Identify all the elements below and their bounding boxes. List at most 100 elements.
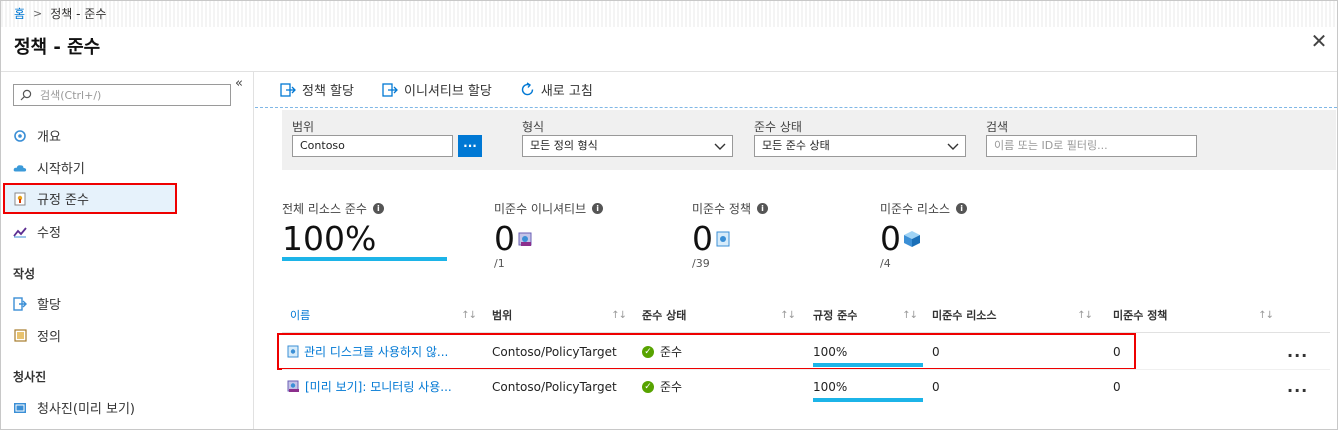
stat-value: 0 xyxy=(494,219,515,258)
info-icon[interactable]: i xyxy=(372,203,384,214)
status-text: 준수 xyxy=(660,345,683,359)
column-header-label: 준수 상태 xyxy=(642,309,687,322)
noncompliant-resources-cell: 0 xyxy=(932,379,940,394)
search-label: 검색 xyxy=(986,120,1009,134)
type-label: 형식 xyxy=(522,120,545,134)
sidebar-item-blueprints[interactable]: 청사진(미리 보기) xyxy=(3,392,254,423)
resource-cube-icon xyxy=(904,231,920,247)
stat-value-row: 0 xyxy=(494,221,603,257)
info-icon[interactable]: i xyxy=(757,203,769,214)
sidebar-item-label: 개요 xyxy=(37,130,61,145)
stat-label-row: 미준수 리소스 i xyxy=(880,200,968,217)
definition-icon xyxy=(13,329,27,343)
stat-sub: /39 xyxy=(692,257,710,270)
refresh-label: 새로 고침 xyxy=(540,84,593,99)
assign-policy-label: 정책 할당 xyxy=(302,84,354,99)
type-value: 모든 정의 형식 xyxy=(530,139,598,152)
stat-value: 100% xyxy=(282,219,377,258)
more-options-button[interactable]: ... xyxy=(1287,369,1308,404)
breadcrumb-separator: > xyxy=(33,7,43,20)
sidebar-item-definitions[interactable]: 정의 xyxy=(3,320,254,351)
sidebar-item-overview[interactable]: 개요 xyxy=(3,120,254,151)
stat-label-row: 미준수 정책 i xyxy=(692,200,769,217)
policy-icon xyxy=(287,345,299,358)
sidebar-item-label: 청사진(미리 보기) xyxy=(37,402,135,417)
sidebar-item-compliance[interactable]: 규정 준수 xyxy=(3,183,177,214)
stat-label: 미준수 이니셔티브 xyxy=(494,202,587,216)
table-header-divider xyxy=(282,332,1330,333)
column-header-status[interactable]: 준수 상태 ↑↓ xyxy=(642,298,796,332)
scope-cell: Contoso/PolicyTarget xyxy=(492,344,617,359)
type-select[interactable]: 모든 정의 형식 xyxy=(522,135,733,157)
stat-label-row: 전체 리소스 준수 i xyxy=(282,200,447,217)
assign-initiative-button[interactable]: 이니셔티브 할당 xyxy=(382,80,492,99)
assign-icon xyxy=(280,82,296,97)
table-row[interactable]: [미리 보기]: 모니터링 사용... Contoso/PolicyTarget… xyxy=(282,369,1330,404)
refresh-button[interactable]: 새로 고침 xyxy=(520,80,593,99)
sidebar-item-remediation[interactable]: 수정 xyxy=(3,216,254,247)
column-header-scope[interactable]: 범위 ↑↓ xyxy=(492,298,627,332)
collapse-sidebar-button[interactable]: « xyxy=(235,76,243,91)
sort-icon: ↑↓ xyxy=(780,309,796,321)
column-header-noncompliant-policies[interactable]: 미준수 정책 ↑↓ xyxy=(1113,298,1274,332)
sidebar-item-assignments[interactable]: 할당 xyxy=(3,288,254,319)
assign-initiative-label: 이니셔티브 할당 xyxy=(403,84,492,99)
column-header-noncompliant-resources[interactable]: 미준수 리소스 ↑↓ xyxy=(932,298,1093,332)
scope-cell: Contoso/PolicyTarget xyxy=(492,379,617,394)
status-cell: ✓ 준수 xyxy=(642,334,682,369)
stat-sub: /1 xyxy=(494,257,505,270)
info-icon[interactable]: i xyxy=(592,203,604,214)
stat-value: 0 xyxy=(880,219,901,258)
more-options-button[interactable]: ... xyxy=(1287,334,1308,369)
search-icon xyxy=(20,89,32,101)
sort-icon: ↑↓ xyxy=(1077,309,1093,321)
section-title-authoring: 작성 xyxy=(13,267,36,281)
stat-value: 0 xyxy=(692,219,713,258)
breadcrumb: 홈 > 정책 - 준수 xyxy=(14,5,106,22)
noncompliant-resources-cell: 0 xyxy=(932,344,940,359)
column-header-name[interactable]: 이름 ↑↓ xyxy=(290,298,477,332)
stat-value-row: 0 xyxy=(880,221,967,257)
policy-name: [미리 보기]: 모니터링 사용... xyxy=(305,380,452,394)
scope-picker-button[interactable]: ... xyxy=(458,135,482,157)
assign-icon xyxy=(13,296,27,311)
sidebar-search-input[interactable]: 검색(Ctrl+/) xyxy=(13,84,231,106)
info-icon[interactable]: i xyxy=(956,203,968,214)
scope-value: Contoso xyxy=(300,139,345,152)
policy-name-link[interactable]: [미리 보기]: 모니터링 사용... xyxy=(287,369,452,404)
chevron-down-icon xyxy=(714,143,726,150)
table-row[interactable]: 관리 디스크를 사용하지 않... Contoso/PolicyTarget ✓… xyxy=(282,334,1330,369)
check-circle-icon: ✓ xyxy=(642,380,654,393)
sort-icon: ↑↓ xyxy=(611,309,627,321)
status-select[interactable]: 모든 준수 상태 xyxy=(754,135,966,157)
breadcrumb-home-link[interactable]: 홈 xyxy=(14,5,25,22)
status-label: 준수 상태 xyxy=(754,120,802,134)
noncompliant-policies-cell: 0 xyxy=(1113,344,1121,359)
column-header-label: 미준수 리소스 xyxy=(932,309,997,322)
chevron-down-icon xyxy=(947,143,959,150)
status-value: 모든 준수 상태 xyxy=(762,139,830,152)
stat-overall-compliance: 전체 리소스 준수 i 100% xyxy=(282,200,447,261)
assign-icon xyxy=(382,82,398,97)
scope-field[interactable]: Contoso xyxy=(292,135,453,157)
toolbar: 정책 할당 이니셔티브 할당 새로 고침 xyxy=(255,72,1337,108)
assign-policy-button[interactable]: 정책 할당 xyxy=(280,80,354,99)
column-header-label: 규정 준수 xyxy=(813,309,858,322)
policy-name-link[interactable]: 관리 디스크를 사용하지 않... xyxy=(287,334,448,369)
stat-label: 미준수 리소스 xyxy=(880,202,951,216)
status-cell: ✓ 준수 xyxy=(642,369,682,404)
column-header-compliance[interactable]: 규정 준수 ↑↓ xyxy=(813,298,918,332)
initiative-icon xyxy=(518,232,532,246)
policy-name: 관리 디스크를 사용하지 않... xyxy=(304,345,449,359)
filter-search-input[interactable]: 이름 또는 ID로 필터링... xyxy=(986,135,1197,157)
sidebar-search-placeholder: 검색(Ctrl+/) xyxy=(40,89,102,102)
sort-icon: ↑↓ xyxy=(902,309,918,321)
initiative-icon xyxy=(287,380,299,392)
noncompliant-policies-cell: 0 xyxy=(1113,379,1121,394)
sidebar-item-getting-started[interactable]: 시작하기 xyxy=(3,152,254,183)
column-header-label: 범위 xyxy=(492,309,513,322)
remediation-icon xyxy=(13,225,27,239)
close-icon[interactable]: ✕ xyxy=(1308,30,1330,52)
filter-search-placeholder: 이름 또는 ID로 필터링... xyxy=(994,139,1108,152)
compliance-icon xyxy=(13,192,27,206)
